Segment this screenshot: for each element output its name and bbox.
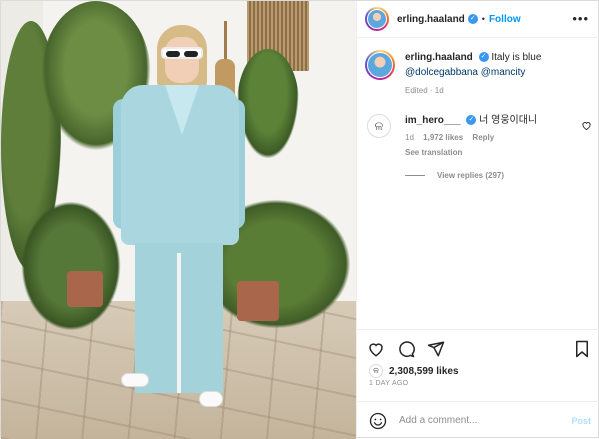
caption-age: 1d: [434, 86, 444, 95]
instagram-post: erling.haaland ✓ • Follow ••• erling.haa…: [0, 0, 599, 439]
commenter-avatar[interactable]: ଳ: [367, 114, 391, 138]
post-side-panel: erling.haaland ✓ • Follow ••• erling.haa…: [356, 1, 599, 439]
author-avatar[interactable]: [365, 7, 389, 31]
view-replies-label[interactable]: View replies (297): [437, 171, 504, 180]
view-replies-link[interactable]: View replies (297): [405, 171, 504, 180]
verified-badge-icon: ✓: [466, 115, 477, 126]
comment-input[interactable]: [399, 415, 559, 426]
verified-badge-icon: ✓: [478, 52, 489, 63]
likes-count[interactable]: 2,308,599 likes: [389, 366, 459, 377]
caption-avatar[interactable]: [365, 50, 395, 80]
add-comment-bar: Post: [357, 401, 599, 439]
follow-button[interactable]: Follow: [489, 14, 521, 25]
photo-plant: [237, 49, 299, 159]
caption-meta: Edited · 1d: [405, 86, 444, 95]
verified-badge-icon: ✓: [467, 14, 478, 24]
liker-avatar[interactable]: ଳ: [369, 364, 383, 378]
photo-person: [113, 19, 245, 419]
caption-username[interactable]: erling.haaland: [405, 52, 473, 63]
post-photo[interactable]: [1, 1, 356, 439]
caption-edited: Edited: [405, 86, 428, 95]
more-options-icon[interactable]: •••: [572, 11, 589, 26]
heart-icon[interactable]: [367, 340, 385, 358]
comment-item: ଳ im_hero___ ✓ 너 영웅이대니 1d 1,972 likes Re…: [367, 114, 595, 145]
commenter-username[interactable]: im_hero___: [405, 115, 461, 126]
comment-text: 너 영웅이대니: [479, 115, 538, 126]
emoji-icon[interactable]: [369, 412, 387, 430]
comment-heart-icon[interactable]: [581, 120, 592, 131]
comment-likes[interactable]: 1,972 likes: [423, 133, 463, 142]
comment-icon[interactable]: [397, 340, 415, 358]
comment-meta: 1d 1,972 likes Reply: [405, 131, 537, 145]
bookmark-icon[interactable]: [573, 340, 591, 358]
replies-divider: [405, 175, 425, 176]
post-time: 1 DAY AGO: [369, 380, 409, 387]
likes-row: ଳ 2,308,599 likes: [369, 364, 459, 378]
share-icon[interactable]: [427, 340, 445, 358]
photo-pot: [237, 281, 279, 321]
caption-tags[interactable]: @dolcegabbana @mancity: [405, 65, 541, 80]
reply-button[interactable]: Reply: [472, 133, 494, 142]
caption-text: Italy is blue: [491, 52, 542, 63]
post-header: erling.haaland ✓ • Follow •••: [357, 1, 599, 38]
header-separator: •: [481, 14, 485, 24]
sunglasses: [161, 47, 203, 59]
author-username[interactable]: erling.haaland: [397, 14, 465, 25]
photo-plant: [21, 201, 121, 331]
post-caption: erling.haaland ✓ Italy is blue @dolcegab…: [365, 50, 595, 98]
see-translation-link[interactable]: See translation: [405, 148, 462, 157]
comment-age: 1d: [405, 133, 414, 142]
photo-pot: [67, 271, 103, 307]
post-comment-button[interactable]: Post: [571, 416, 591, 426]
